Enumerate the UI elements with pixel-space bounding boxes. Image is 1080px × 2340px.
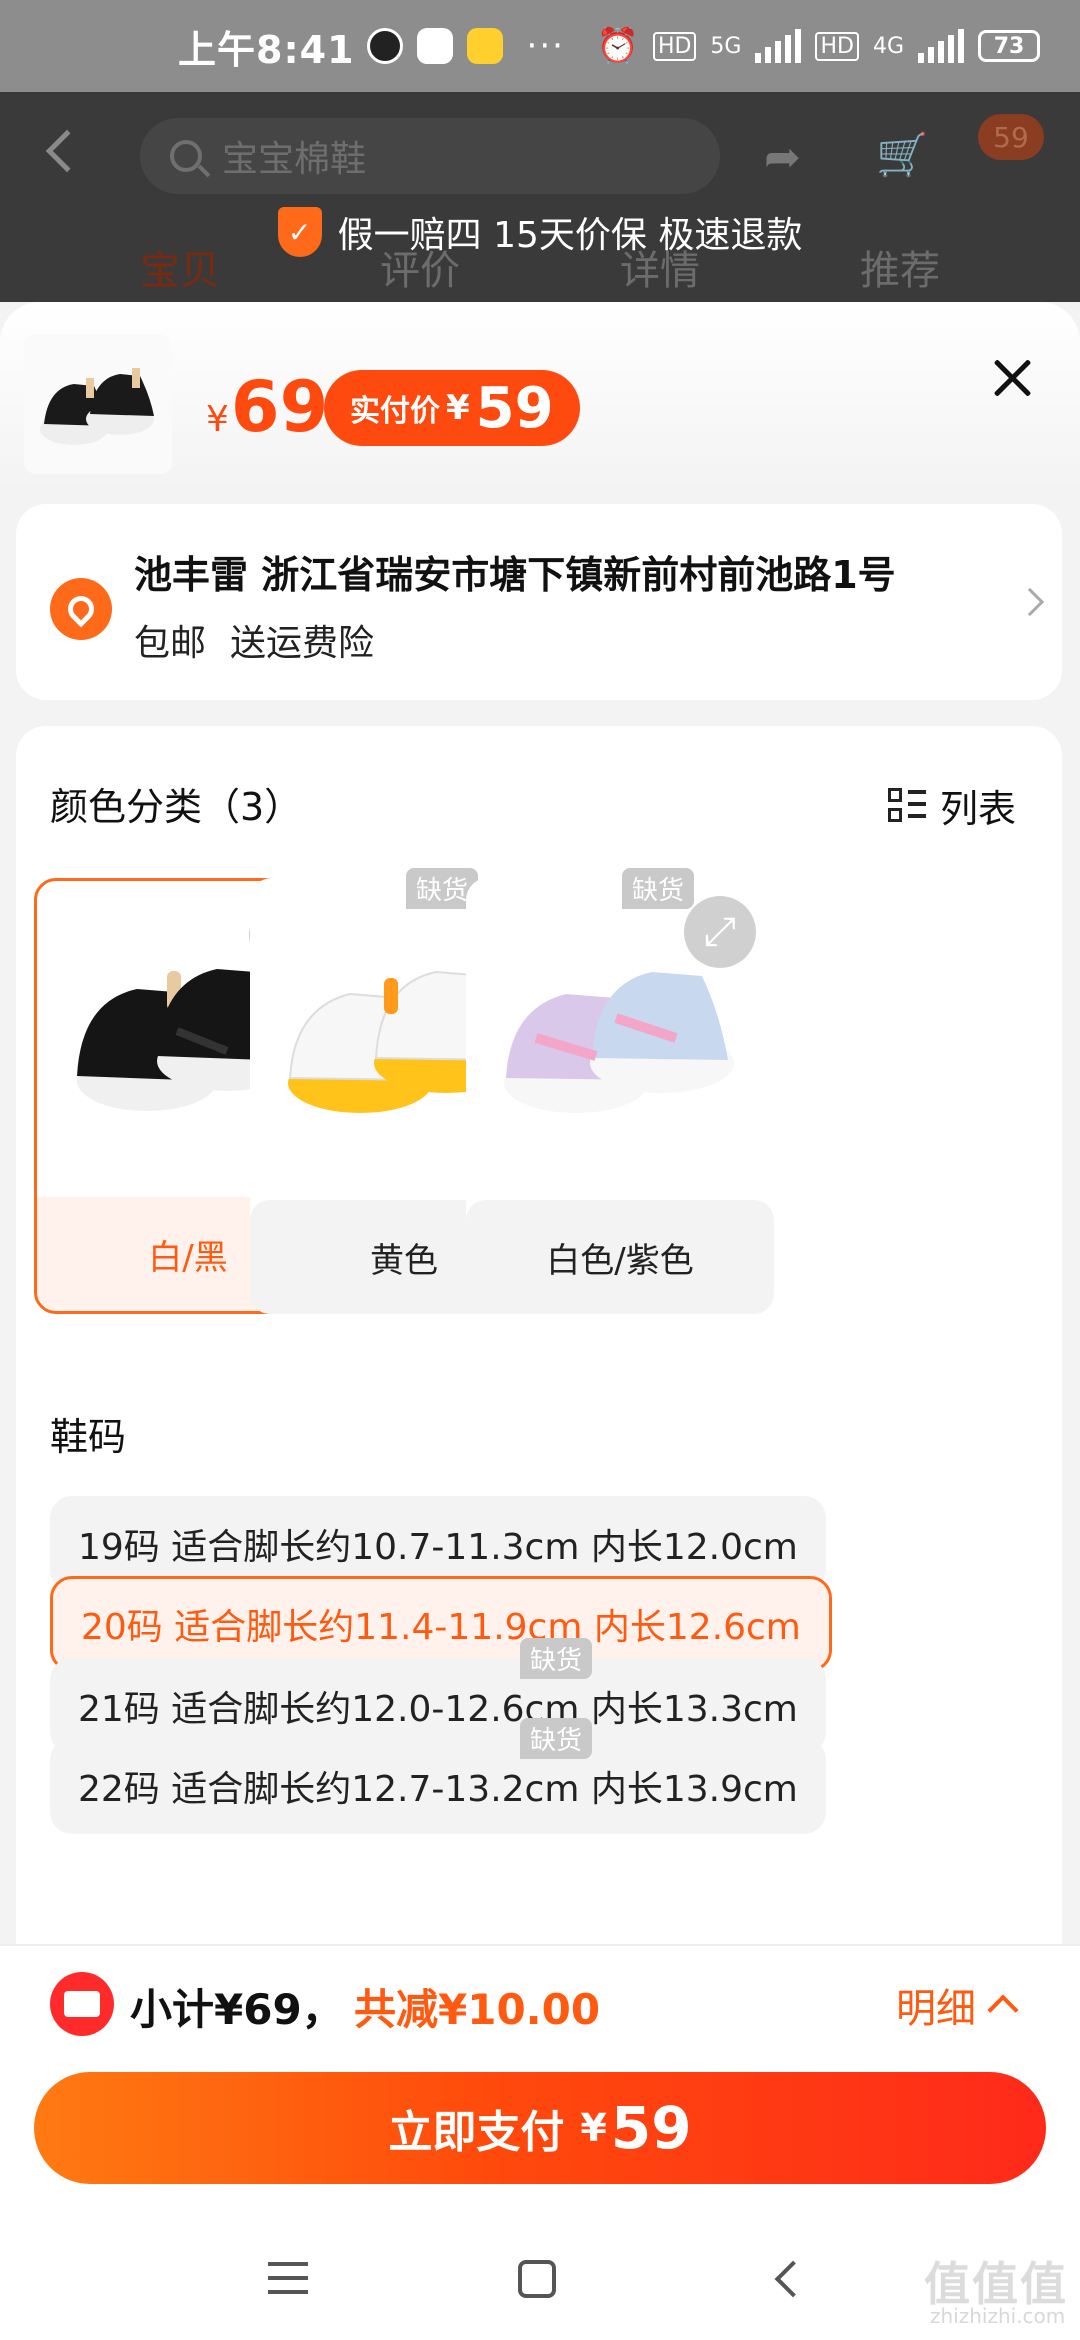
notification-icons — [366, 28, 503, 64]
close-icon[interactable] — [988, 354, 1036, 402]
out-of-stock-tag: 缺货 — [520, 1638, 593, 1679]
price-value: 69 — [230, 366, 329, 448]
menu-icon[interactable] — [268, 2262, 308, 2296]
chevron-up-icon — [987, 1994, 1019, 2026]
status-bar: 上午8:41 ··· ⏰ HD 5G HD 4G 73 — [0, 0, 1080, 92]
page-header: 宝宝棉鞋 ➦ 🛒 59 ✓ 假一赔四 15天价保 极速退款 宝贝 评价 详情 推… — [0, 92, 1080, 302]
list-view-icon — [888, 786, 928, 826]
shipping-info: 包邮 送运费险 — [134, 614, 374, 666]
address-card[interactable]: 池丰雷 浙江省瑞安市塘下镇新前村前池路1号 包邮 送运费险 — [16, 504, 1062, 700]
pay-now-currency: ¥ — [580, 2106, 607, 2150]
app-notification-icon — [366, 28, 403, 64]
subtotal-text: 小计¥69， — [130, 1985, 344, 2034]
status-time: 上午8:41 — [178, 27, 355, 72]
actual-price-label: 实付价 — [350, 394, 440, 429]
list-view-toggle[interactable]: 列表 — [888, 778, 1016, 833]
price-detail-label: 明细 — [896, 1986, 976, 2032]
actual-price-currency: ¥ — [446, 388, 470, 428]
cart-icon[interactable]: 🛒 — [876, 130, 928, 180]
guarantee-text: 假一赔四 15天价保 极速退款 — [337, 215, 803, 256]
search-text: 宝宝棉鞋 — [222, 139, 367, 180]
signal-icon-2 — [918, 29, 964, 63]
color-section-title: 颜色分类（3） — [50, 785, 303, 829]
address-text: 池丰雷 浙江省瑞安市塘下镇新前村前池路1号 — [134, 553, 896, 597]
list-view-label: 列表 — [940, 787, 1017, 831]
pay-now-button[interactable]: 立即支付 ¥ 59 — [34, 2072, 1046, 2184]
size-option-22[interactable]: 22码 适合脚长约12.7-13.2cm 内长13.9cm — [50, 1738, 826, 1834]
product-thumbnail[interactable] — [24, 334, 172, 474]
discount-text: 共减¥10.00 — [354, 1985, 601, 2034]
actual-price-value: 59 — [475, 375, 554, 441]
sku-sheet: ¥ 69 实付价 ¥ 59 池丰雷 浙江省瑞安市塘下镇新前村前池路1号 包邮 送… — [0, 302, 1080, 2212]
original-price: ¥ 69 — [206, 366, 328, 448]
out-of-stock-tag: 缺货 — [622, 868, 695, 909]
return-insurance-label: 送运费险 — [230, 623, 375, 664]
color-option-white-purple[interactable]: ⤢ 白色/紫色 — [466, 878, 774, 1314]
location-icon — [50, 578, 112, 640]
weibo-icon — [466, 28, 503, 64]
color-label-white-purple: 白色/紫色 — [466, 1200, 774, 1314]
free-shipping-label: 包邮 — [134, 623, 207, 664]
alarm-icon: ⏰ — [596, 26, 639, 66]
network-label-1: 5G — [710, 33, 742, 59]
chevron-right-icon — [1015, 587, 1045, 617]
signal-icon — [755, 29, 802, 63]
back-arrow-icon[interactable] — [45, 129, 89, 173]
pay-now-amount: 59 — [610, 2094, 692, 2162]
battery-icon: 73 — [978, 30, 1040, 62]
checkout-bar: 小计¥69， 共减¥10.00 明细 立即支付 ¥ 59 — [0, 1946, 1080, 2210]
watermark-url: zhizhizhi.com — [930, 2304, 1066, 2328]
coupon-icon — [50, 1972, 114, 2036]
hd-label-1: HD — [652, 31, 697, 61]
more-notifications-icon: ··· — [526, 26, 565, 66]
price-currency: ¥ — [206, 399, 229, 440]
out-of-stock-tag: 缺货 — [520, 1718, 593, 1759]
system-nav-bar — [0, 2210, 1080, 2340]
search-box[interactable]: 宝宝棉鞋 — [140, 118, 720, 194]
share-icon[interactable]: ➦ — [764, 132, 801, 183]
hd-label-2: HD — [815, 31, 859, 61]
status-right: ⏰ HD 5G HD 4G 73 — [597, 26, 1040, 66]
video-app-icon — [416, 28, 453, 64]
size-section-title: 鞋码 — [50, 1415, 127, 1459]
guarantee-row: ✓ 假一赔四 15天价保 极速退款 — [0, 202, 1080, 262]
shield-icon: ✓ — [277, 207, 322, 257]
network-label-2: 4G — [872, 33, 904, 59]
price-detail-toggle[interactable]: 明细 — [896, 1976, 1019, 2034]
home-icon[interactable] — [518, 2260, 556, 2298]
cart-badge: 59 — [978, 114, 1044, 160]
actual-price-pill: 实付价 ¥ 59 — [324, 370, 580, 446]
search-icon — [170, 140, 202, 172]
expand-icon[interactable]: ⤢ — [684, 896, 756, 968]
pay-now-label: 立即支付 — [388, 2107, 565, 2158]
back-icon[interactable] — [774, 2260, 812, 2298]
